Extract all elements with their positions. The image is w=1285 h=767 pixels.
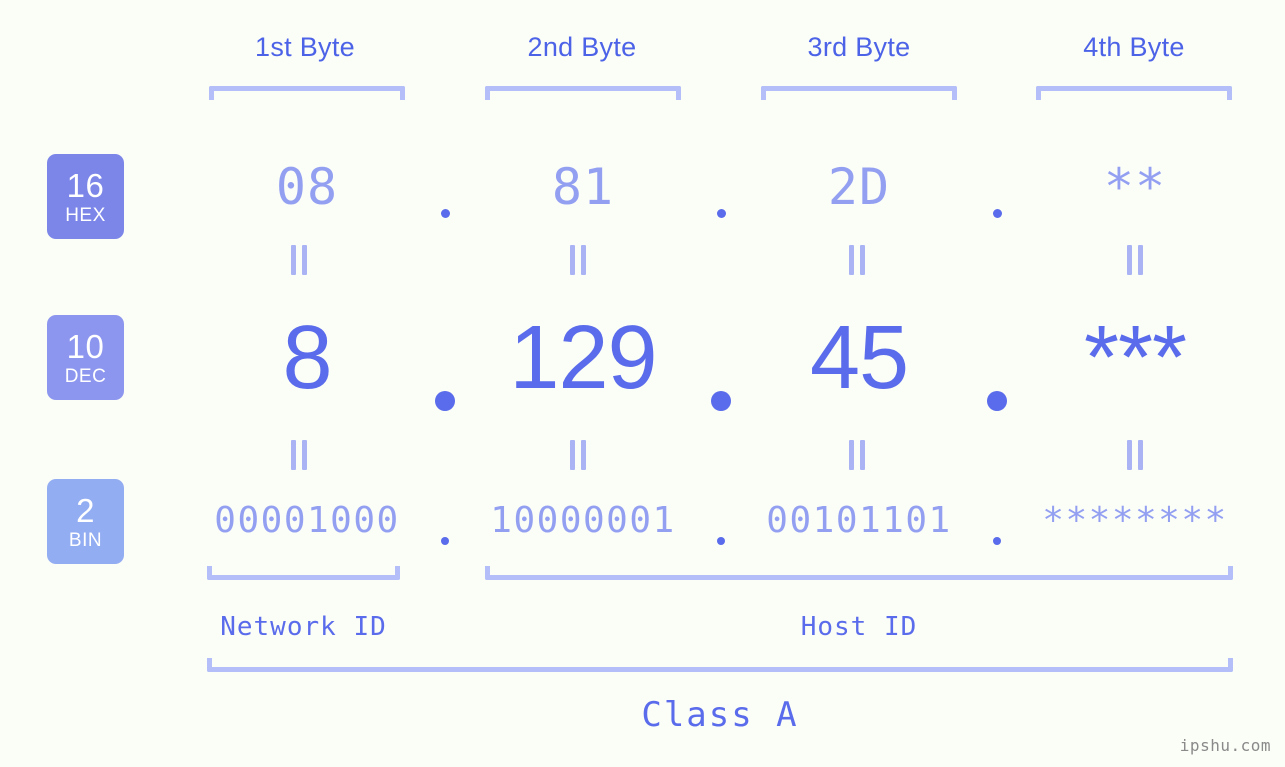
- equals-connector-hex-dec-2: [570, 245, 586, 275]
- bin-byte-2: 10000001: [490, 499, 676, 541]
- byte-header-2: 2nd Byte: [527, 32, 637, 62]
- equals-connector-dec-bin-2: [570, 440, 586, 470]
- base-badge-dec-abbr: DEC: [64, 365, 107, 387]
- hex-byte-3: 2D: [827, 158, 891, 216]
- bin-separator-1: [405, 495, 485, 545]
- dec-byte-3: 45: [809, 307, 909, 408]
- bin-byte-4: ********: [1042, 499, 1228, 541]
- base-badge-dec-number: 10: [66, 327, 105, 365]
- base-badge-hex: 16 HEX: [47, 154, 124, 239]
- base-badge-hex-number: 16: [66, 166, 105, 204]
- dec-separator-1: [405, 306, 485, 411]
- equals-connector-dec-bin-4: [1127, 440, 1143, 470]
- byte-header-3: 3rd Byte: [807, 32, 911, 62]
- hex-byte-1: 08: [275, 158, 339, 216]
- dec-byte-2: 129: [509, 307, 657, 408]
- base-badge-dec: 10 DEC: [47, 315, 124, 400]
- byte-header-4: 4th Byte: [1083, 32, 1185, 62]
- host-id-bracket: [485, 566, 1233, 580]
- bin-byte-3: 00101101: [766, 499, 952, 541]
- base-badge-bin: 2 BIN: [47, 479, 124, 564]
- byte-header-1: 1st Byte: [255, 32, 355, 62]
- hex-separator-3: [957, 156, 1037, 218]
- base-badge-bin-abbr: BIN: [68, 529, 103, 551]
- equals-connector-hex-dec-3: [849, 245, 865, 275]
- equals-connector-dec-bin-3: [849, 440, 865, 470]
- network-id-bracket: [207, 566, 400, 580]
- dec-row: 8 129 45 ***: [140, 298, 1265, 418]
- base-badge-hex-abbr: HEX: [65, 204, 106, 226]
- host-id-label: Host ID: [800, 612, 918, 642]
- bin-byte-1: 00001000: [214, 499, 400, 541]
- byte-bracket-4: [1036, 86, 1232, 100]
- dec-byte-1: 8: [282, 307, 332, 408]
- dec-byte-4: ***: [1083, 307, 1187, 408]
- equals-connector-hex-dec-4: [1127, 245, 1143, 275]
- hex-byte-2: 81: [551, 158, 615, 216]
- byte-bracket-1: [209, 86, 405, 100]
- byte-bracket-2: [485, 86, 681, 100]
- equals-connector-hex-dec-1: [291, 245, 307, 275]
- hex-byte-4: **: [1103, 158, 1167, 216]
- bin-row: 00001000 10000001 00101101 ********: [140, 490, 1265, 550]
- hex-separator-2: [681, 156, 761, 218]
- bin-separator-3: [957, 495, 1037, 545]
- byte-bracket-3: [761, 86, 957, 100]
- dec-separator-2: [681, 306, 761, 411]
- ip-address-diagram: 1st Byte 2nd Byte 3rd Byte 4th Byte 16 H…: [0, 0, 1285, 767]
- equals-connector-dec-bin-1: [291, 440, 307, 470]
- dec-separator-3: [957, 306, 1037, 411]
- class-bracket: [207, 658, 1233, 672]
- network-id-label: Network ID: [220, 612, 387, 642]
- bin-separator-2: [681, 495, 761, 545]
- hex-separator-1: [405, 156, 485, 218]
- site-watermark: ipshu.com: [1179, 736, 1271, 755]
- class-label: Class A: [641, 695, 799, 735]
- base-badge-bin-number: 2: [76, 491, 95, 529]
- hex-row: 08 81 2D **: [140, 152, 1265, 222]
